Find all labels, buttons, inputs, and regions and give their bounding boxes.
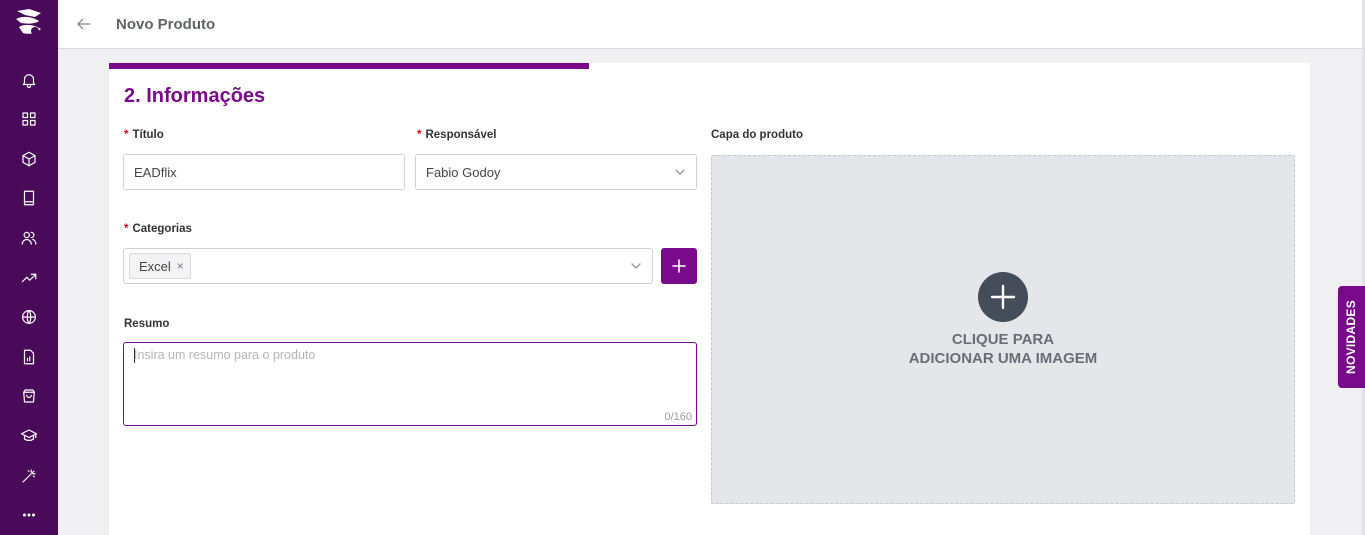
magic-wand-icon[interactable] bbox=[0, 456, 58, 496]
more-icon[interactable] bbox=[0, 495, 58, 535]
upload-text-line1: CLIQUE PARA bbox=[951, 330, 1055, 348]
step-progress-bar bbox=[109, 63, 1310, 69]
grid-icon[interactable] bbox=[0, 99, 58, 139]
responsavel-label: * Responsável bbox=[417, 129, 496, 141]
trending-up-icon[interactable] bbox=[0, 258, 58, 298]
image-upload-area[interactable]: CLIQUE PARA ADICIONAR UMA IMAGEM bbox=[711, 155, 1295, 504]
upload-text-line2: ADICIONAR UMA IMAGEM bbox=[908, 349, 1098, 367]
add-image-icon bbox=[978, 271, 1028, 322]
top-header: Novo Produto bbox=[58, 0, 1363, 49]
graduation-cap-icon[interactable] bbox=[0, 416, 58, 456]
novidades-tab[interactable]: NOVIDADES bbox=[1338, 286, 1365, 388]
titulo-label: * Título bbox=[124, 129, 164, 141]
shopping-bag-icon[interactable] bbox=[0, 377, 58, 417]
add-category-button[interactable] bbox=[661, 248, 697, 284]
required-mark: * bbox=[417, 129, 422, 141]
report-icon[interactable] bbox=[0, 337, 58, 377]
bell-icon[interactable] bbox=[0, 60, 58, 100]
category-tag: Excel × bbox=[129, 253, 191, 279]
responsavel-select[interactable]: Fabio Godoy bbox=[415, 154, 697, 190]
char-counter: 0/160 bbox=[664, 411, 692, 423]
resumo-label: Resumo bbox=[124, 318, 170, 330]
titulo-input[interactable]: EADflix bbox=[123, 154, 405, 190]
capa-label: Capa do produto bbox=[711, 129, 803, 141]
book-icon[interactable] bbox=[0, 179, 58, 219]
app-logo[interactable] bbox=[0, 0, 58, 46]
resumo-textarea[interactable] bbox=[124, 343, 696, 425]
step-progress-fill bbox=[109, 63, 590, 69]
remove-tag-icon[interactable]: × bbox=[177, 259, 184, 273]
text-cursor bbox=[134, 348, 135, 363]
globe-icon[interactable] bbox=[0, 297, 58, 337]
categorias-label: * Categorias bbox=[124, 223, 192, 235]
sidebar bbox=[0, 0, 58, 535]
back-arrow-icon[interactable] bbox=[74, 14, 94, 34]
categorias-select[interactable]: Excel × bbox=[123, 248, 653, 284]
resumo-field-wrapper: 0/160 bbox=[123, 342, 697, 426]
titulo-label-text: Título bbox=[132, 129, 164, 141]
chevron-down-icon bbox=[674, 166, 686, 178]
chevron-down-icon bbox=[630, 260, 642, 272]
form-card: 2. Informações * Título EADflix * Responsá… bbox=[109, 63, 1310, 535]
novidades-label: NOVIDADES bbox=[1344, 299, 1359, 375]
categorias-label-text: Categorias bbox=[132, 223, 192, 235]
plus-icon bbox=[672, 259, 686, 273]
category-tag-label: Excel bbox=[139, 258, 171, 274]
responsavel-value: Fabio Godoy bbox=[426, 164, 501, 180]
box-icon[interactable] bbox=[0, 139, 58, 179]
section-title: 2. Informações bbox=[124, 85, 266, 107]
responsavel-label-text: Responsável bbox=[425, 129, 497, 141]
upload-instructions: CLIQUE PARA ADICIONAR UMA IMAGEM bbox=[909, 330, 1098, 368]
required-mark: * bbox=[124, 129, 129, 141]
required-mark: * bbox=[124, 223, 129, 235]
page-title: Novo Produto bbox=[116, 15, 216, 33]
users-icon[interactable] bbox=[0, 218, 58, 258]
